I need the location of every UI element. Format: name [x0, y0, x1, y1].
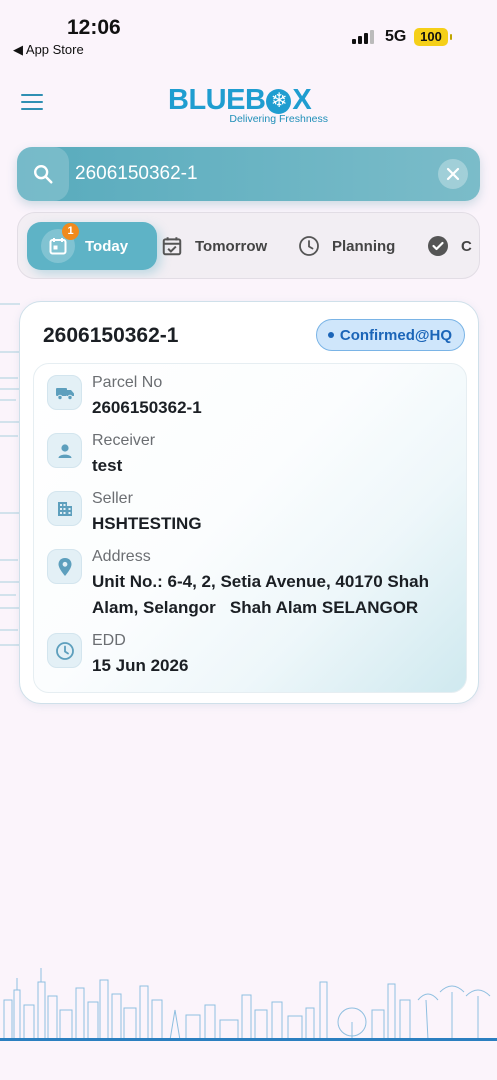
logo-text-left: BLUEB — [168, 84, 266, 116]
search-input[interactable] — [75, 161, 425, 187]
field-edd: EDD 15 Jun 2026 — [47, 630, 188, 679]
tab-completed[interactable]: C — [425, 222, 472, 270]
address-line-1: Unit No.: 6-4, 2, Setia Avenue, 40170 Sh… — [92, 572, 429, 591]
tab-tomorrow[interactable]: Tomorrow — [159, 222, 267, 270]
seller-value: HSHTESTING — [92, 514, 202, 533]
hamburger-icon[interactable] — [21, 94, 43, 110]
field-address: Address Unit No.: 6-4, 2, Setia Avenue, … — [47, 546, 429, 621]
bluebox-logo: BLUEB ❄ X Delivering Freshness — [168, 85, 330, 125]
city-skyline-illustration — [0, 968, 497, 1041]
tab-completed-label: C — [461, 237, 472, 255]
close-icon[interactable] — [438, 159, 468, 189]
calendar-check-icon — [159, 233, 185, 259]
edd-label: EDD — [92, 632, 126, 649]
tab-tomorrow-label: Tomorrow — [195, 237, 268, 255]
tab-today-label: Today — [85, 237, 129, 255]
building-icon — [47, 491, 82, 526]
person-icon — [47, 433, 82, 468]
edge-decoration — [0, 303, 20, 646]
parcel-details: Parcel No 2606150362-1 Receiver test Sel… — [33, 363, 467, 693]
field-seller: Seller HSHTESTING — [47, 488, 202, 537]
search-icon[interactable] — [17, 147, 69, 201]
snowflake-icon: ❄ — [266, 89, 292, 114]
receiver-label: Receiver — [92, 432, 156, 449]
parcel-no-label: Parcel No — [92, 374, 163, 391]
address-line-2: Alam, Selangor Shah Alam SELANGOR — [92, 598, 419, 617]
field-parcel-no: Parcel No 2606150362-1 — [47, 372, 202, 421]
check-circle-icon — [425, 233, 451, 259]
status-dot-icon — [327, 332, 334, 338]
back-to-app-store[interactable]: ◀ App Store — [13, 42, 84, 58]
status-time: 12:06 — [67, 16, 121, 39]
clock-icon — [296, 233, 322, 259]
parcel-no-value: 2606150362-1 — [92, 398, 202, 417]
address-label: Address — [92, 548, 151, 565]
app-screen: 12:06 ◀ App Store 5G 100 BLUEB ❄ X Deliver… — [0, 0, 497, 1080]
today-count-badge: 1 — [62, 223, 79, 240]
seller-label: Seller — [92, 490, 133, 507]
parcel-card[interactable]: 2606150362-1 Confirmed@HQ Parcel No 2606… — [19, 301, 479, 704]
tab-today[interactable]: 1 Today — [27, 222, 157, 270]
signal-icon — [352, 30, 374, 44]
date-filter-tabs: 1 Today Tomorrow Planning C — [17, 212, 480, 279]
parcel-title: 2606150362-1 — [43, 324, 179, 347]
logo-text-right: X — [292, 84, 312, 116]
location-pin-icon — [47, 549, 82, 584]
clock-icon — [47, 633, 82, 668]
truck-icon — [47, 375, 82, 410]
battery-icon: 100 — [414, 28, 452, 46]
tab-planning-label: Planning — [332, 237, 396, 255]
edd-value: 15 Jun 2026 — [92, 656, 189, 675]
receiver-value: test — [92, 456, 123, 475]
field-receiver: Receiver test — [47, 430, 155, 479]
calendar-icon: 1 — [41, 223, 79, 263]
status-text: Confirmed@HQ — [339, 326, 452, 344]
status-badge: Confirmed@HQ — [315, 319, 465, 351]
network-type: 5G — [385, 28, 407, 45]
tab-planning[interactable]: Planning — [296, 222, 395, 270]
search-bar — [17, 147, 480, 201]
